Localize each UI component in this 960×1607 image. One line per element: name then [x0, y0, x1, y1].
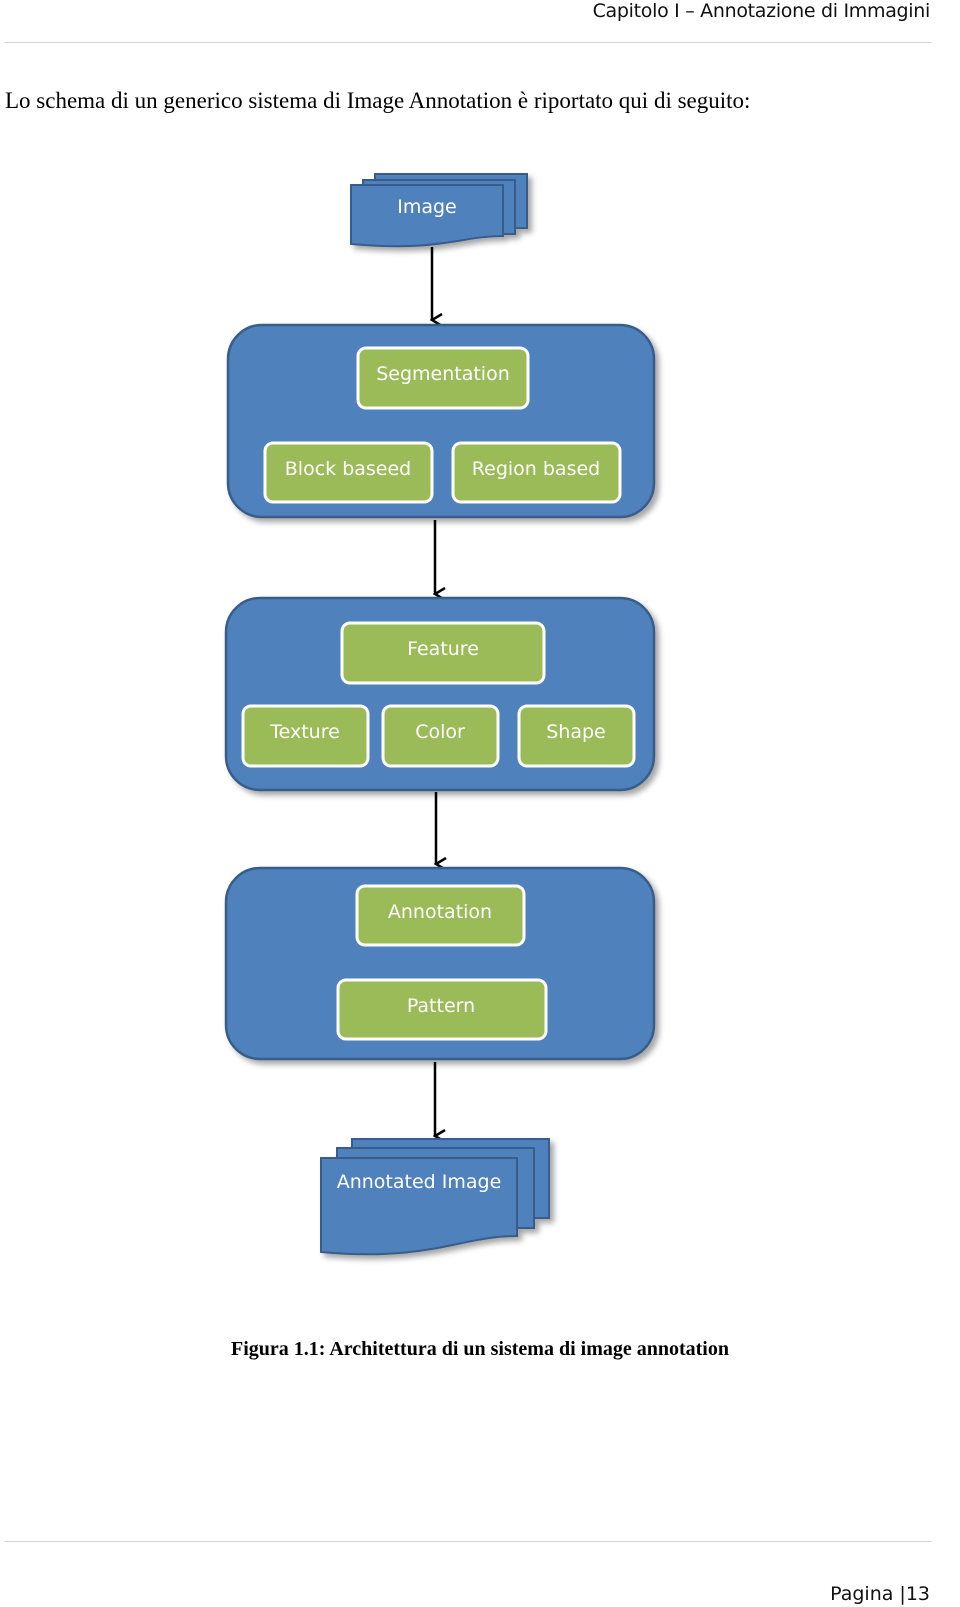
output-annotated-image-label: Annotated Image: [337, 1171, 502, 1193]
architecture-diagram: Image Segmentation Block baseed Region b…: [224, 173, 656, 1256]
page-number: Pagina |13: [830, 1583, 930, 1605]
block-based-label: Block baseed: [285, 458, 411, 480]
annotation-stage: Annotation Pattern: [224, 866, 656, 1061]
segmentation-label: Segmentation: [376, 363, 510, 385]
feature-stage: Feature Texture Color Shape: [224, 596, 656, 792]
region-based-label: Region based: [472, 458, 600, 480]
shape-label: Shape: [546, 721, 606, 743]
annotation-label: Annotation: [388, 901, 492, 923]
feature-label: Feature: [407, 638, 479, 660]
footer-rule: [4, 1541, 932, 1542]
figure-caption: Figura 1.1: Architettura di un sistema d…: [231, 1338, 729, 1360]
texture-label: Texture: [269, 721, 340, 743]
color-label: Color: [415, 721, 465, 743]
segmentation-stage: Segmentation Block baseed Region based: [226, 323, 656, 519]
input-image-label: Image: [397, 196, 457, 218]
pattern-label: Pattern: [407, 995, 475, 1017]
output-annotated-image-node: [320, 1138, 550, 1256]
